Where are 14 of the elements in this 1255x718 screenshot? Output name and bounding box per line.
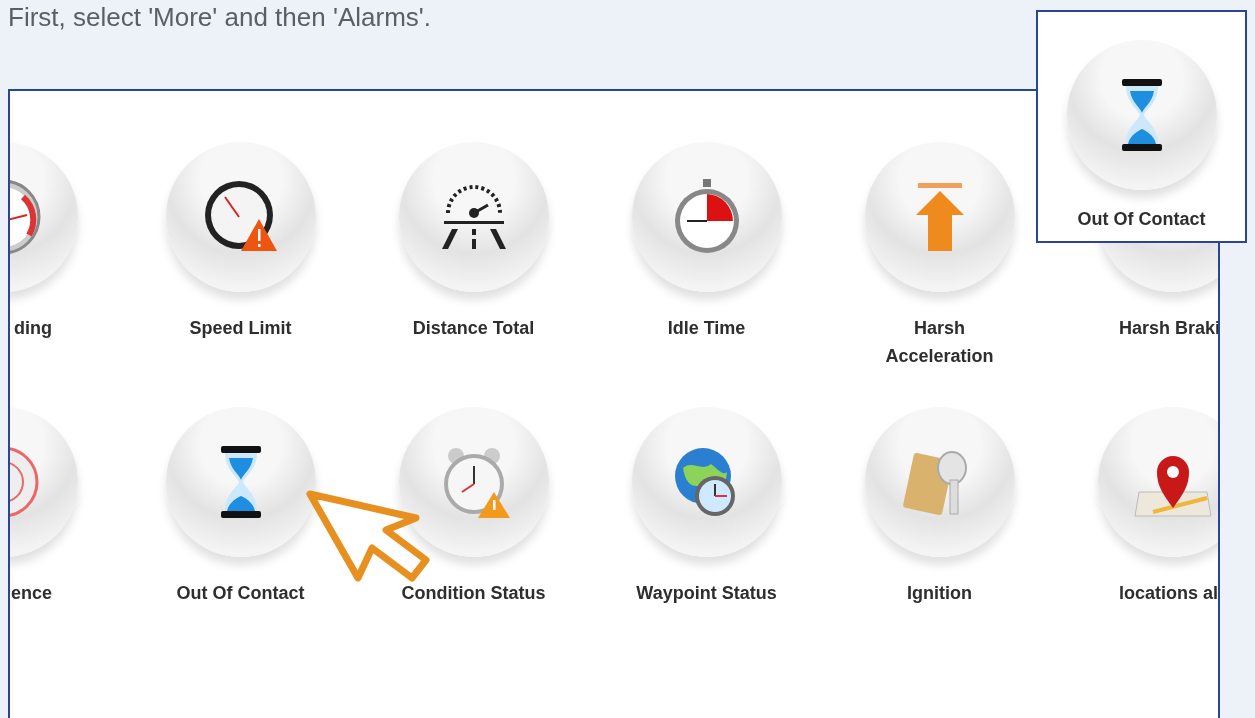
instruction-text: First, select 'More' and then 'Alarms'. <box>7 1 432 32</box>
alarm-label: Out Of Contact <box>176 582 305 605</box>
alarm-label: Harsh Braki <box>1119 317 1218 340</box>
alarm-label: Harsh Acceleration <box>884 317 995 368</box>
alarm-label: locations al <box>1119 582 1218 605</box>
alarm-label: Out Of Contact <box>1077 208 1206 231</box>
alarm-label: ding <box>14 317 52 340</box>
alarm-label: Speed Limit <box>189 317 292 340</box>
alarm-label: ence <box>10 582 52 605</box>
alarm-label: Condition Status <box>401 582 546 605</box>
alarm-label: Idle Time <box>667 317 746 340</box>
alarm-label: Waypoint Status <box>636 582 777 605</box>
alarm-label: Distance Total <box>412 317 535 340</box>
alarm-label: Ignition <box>907 582 972 605</box>
